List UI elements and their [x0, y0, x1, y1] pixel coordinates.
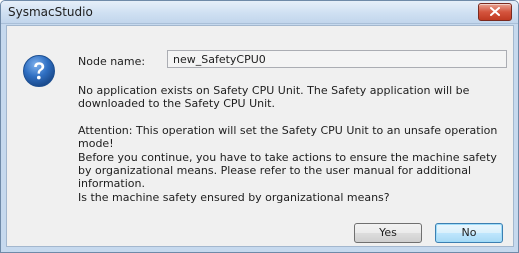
message-no-application: No application exists on Safety CPU Unit… [78, 84, 470, 110]
no-button[interactable]: No [435, 223, 503, 243]
window-title: SysmacStudio [8, 5, 93, 19]
message-attention: Attention: This operation will set the S… [78, 124, 498, 150]
node-name-field: new_SafetyCPU0 [167, 50, 507, 68]
close-icon [490, 7, 500, 16]
message-question: Is the machine safety ensured by organiz… [78, 191, 390, 204]
title-bar[interactable]: SysmacStudio [1, 1, 518, 24]
question-icon [23, 55, 55, 87]
dialog-window: SysmacStudio Node name: new_SafetyCPU0 N… [0, 0, 519, 253]
close-button[interactable] [478, 3, 512, 21]
node-name-label: Node name: [78, 55, 146, 68]
message-before-continue: Before you continue, you have to take ac… [78, 151, 497, 190]
dialog-body: Node name: new_SafetyCPU0 No application… [6, 25, 514, 247]
yes-button[interactable]: Yes [354, 223, 422, 243]
node-name-value: new_SafetyCPU0 [173, 53, 266, 66]
